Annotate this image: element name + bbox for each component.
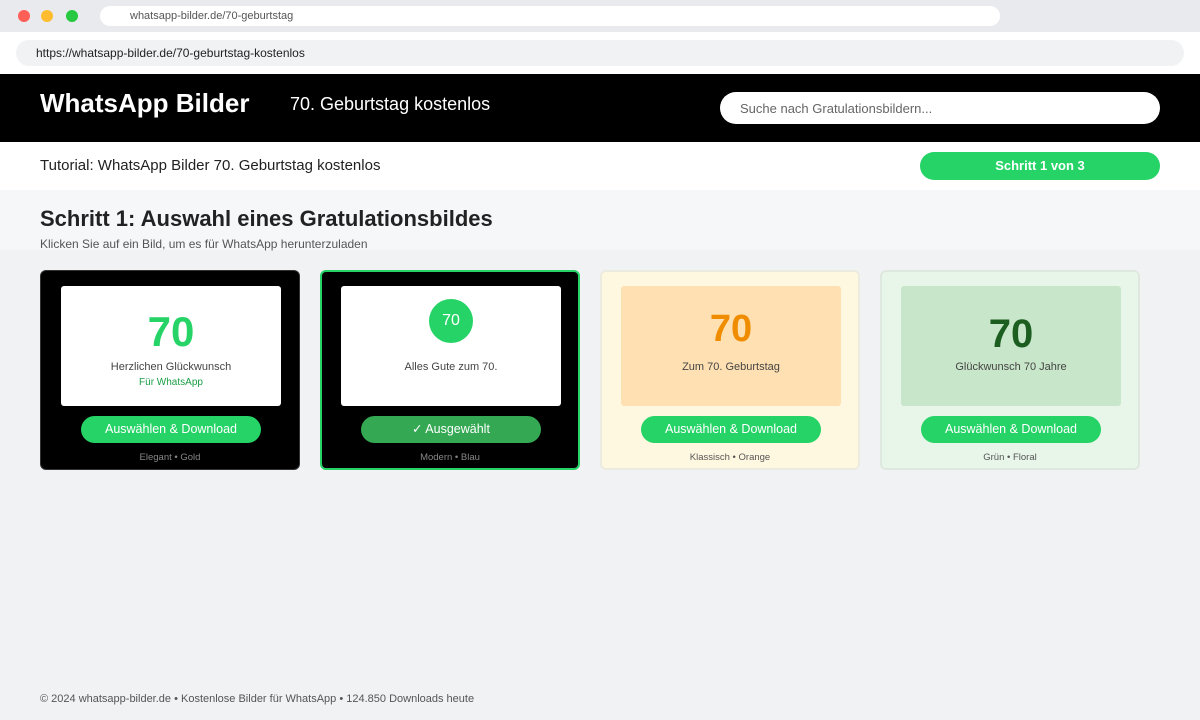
card-preview[interactable]: 70 Glückwunsch 70 Jahre <box>901 286 1121 406</box>
card-meta: Modern • Blau <box>420 452 480 463</box>
image-card-floral[interactable]: 70 Glückwunsch 70 Jahre Auswählen & Down… <box>880 270 1140 470</box>
card-number: 70 <box>709 308 753 350</box>
card-caption-sub: Für WhatsApp <box>139 377 203 388</box>
card-preview[interactable]: 70 Herzlichen Glückwunsch Für WhatsApp <box>61 286 281 406</box>
select-download-button[interactable]: Auswählen & Download <box>81 416 261 443</box>
card-preview[interactable]: 70 Zum 70. Geburtstag <box>621 286 841 406</box>
card-meta: Klassisch • Orange <box>689 452 771 463</box>
select-download-button[interactable]: Auswählen & Download <box>921 416 1101 443</box>
card-caption: Zum 70. Geburtstag <box>682 361 780 373</box>
card-caption: Herzlichen Glückwunsch <box>110 361 232 373</box>
card-meta: Elegant • Gold <box>139 452 201 463</box>
image-card-elegant[interactable]: 70 Herzlichen Glückwunsch Für WhatsApp A… <box>40 270 300 470</box>
footer-text: © 2024 whatsapp-bilder.de • Kostenlose B… <box>40 693 475 705</box>
browser-tab-bar: whatsapp-bilder.de/70-geburtstag <box>0 0 1200 32</box>
image-card-modern[interactable]: 70 Alles Gute zum 70. ✓ Ausgewählt Moder… <box>320 270 580 470</box>
card-caption: Glückwunsch 70 Jahre <box>955 361 1067 373</box>
search-input[interactable] <box>720 92 1160 124</box>
minimize-window-icon[interactable] <box>41 10 53 22</box>
card-preview[interactable]: 70 Alles Gute zum 70. <box>341 286 561 406</box>
site-logo[interactable]: WhatsApp Bilder <box>40 88 249 119</box>
number-circle: 70 <box>429 299 473 343</box>
card-number: 70 <box>147 308 195 355</box>
close-window-icon[interactable] <box>18 10 30 22</box>
image-card-classic[interactable]: 70 Zum 70. Geburtstag Auswählen & Downlo… <box>600 270 860 470</box>
section-title: Schritt 1: Auswahl eines Gratulationsbil… <box>40 206 493 231</box>
url-field[interactable]: https://whatsapp-bilder.de/70-geburtstag… <box>16 40 1184 66</box>
site-header: WhatsApp Bilder 70. Geburtstag kostenlos <box>0 74 1200 142</box>
maximize-window-icon[interactable] <box>66 10 78 22</box>
card-caption: Alles Gute zum 70. <box>404 361 498 373</box>
section-header: Schritt 1: Auswahl eines Gratulationsbil… <box>0 190 1200 251</box>
tutorial-bar: Tutorial: WhatsApp Bilder 70. Geburtstag… <box>0 142 1200 190</box>
selected-button[interactable]: ✓ Ausgewählt <box>361 416 541 443</box>
address-bar: https://whatsapp-bilder.de/70-geburtstag… <box>0 32 1200 74</box>
card-meta: Grün • Floral <box>983 452 1037 463</box>
select-download-button[interactable]: Auswählen & Download <box>641 416 821 443</box>
section-description: Klicken Sie auf ein Bild, um es für What… <box>40 237 368 251</box>
header-subtitle: 70. Geburtstag kostenlos <box>290 94 491 114</box>
step-indicator: Schritt 1 von 3 <box>920 152 1160 180</box>
card-number: 70 <box>988 312 1034 356</box>
browser-tab[interactable]: whatsapp-bilder.de/70-geburtstag <box>100 6 1000 26</box>
tutorial-title: Tutorial: WhatsApp Bilder 70. Geburtstag… <box>40 157 381 174</box>
